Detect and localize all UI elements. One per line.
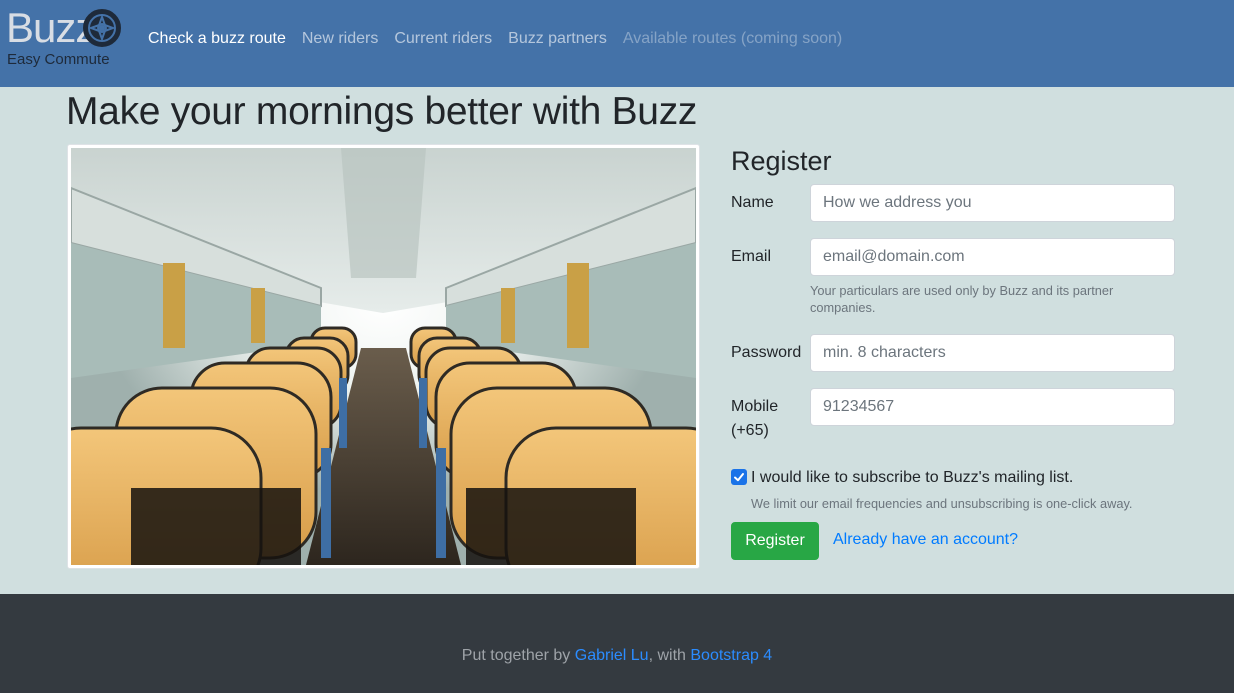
footer-credits: Put together by Gabriel Lu, with Bootstr… [0, 644, 1234, 668]
main-nav: Check a buzz route New riders Current ri… [148, 28, 842, 50]
page-title: Make your mornings better with Buzz [66, 90, 698, 133]
footer-prefix: Put together by [461, 647, 575, 664]
login-link[interactable]: Already have an account? [833, 528, 1018, 552]
author-link[interactable]: Gabriel Lu [575, 647, 649, 664]
password-label: Password [731, 344, 802, 361]
subscribe-help-text: We limit our email frequencies and unsub… [751, 496, 1133, 511]
hero-image-frame [67, 144, 700, 569]
brand-tagline: Easy Commute [7, 51, 110, 68]
mobile-field[interactable] [810, 388, 1175, 426]
nav-item-available-routes: Available routes (coming soon) [622, 30, 843, 47]
mobile-label: Mobile (+65) [731, 398, 779, 439]
email-help-text: Your particulars are used only by Buzz a… [810, 283, 1114, 315]
name-field[interactable] [810, 184, 1175, 222]
nav-item-check-route[interactable]: Check a buzz route [148, 28, 286, 50]
nav-item-current-riders[interactable]: Current riders [394, 28, 492, 50]
password-field[interactable] [810, 334, 1175, 372]
checkmark-icon [734, 473, 744, 482]
brand-logo[interactable]: Buzz Easy Commute [6, 6, 124, 72]
footer-middle: , with [648, 647, 691, 664]
register-button[interactable]: Register [731, 522, 819, 560]
brand-emblem-icon [83, 9, 121, 47]
bus-interior-image [71, 148, 696, 565]
footer: Put together by Gabriel Lu, with Bootstr… [0, 594, 1234, 693]
email-label: Email [731, 248, 772, 265]
register-heading: Register [731, 146, 832, 176]
subscribe-label[interactable]: I would like to subscribe to Buzz's mail… [751, 466, 1073, 490]
email-field[interactable] [810, 238, 1175, 276]
subscribe-checkbox[interactable] [731, 469, 747, 485]
name-label: Name [731, 194, 774, 211]
bootstrap-link[interactable]: Bootstrap 4 [690, 647, 772, 664]
nav-item-buzz-partners[interactable]: Buzz partners [508, 28, 607, 50]
nav-item-new-riders[interactable]: New riders [302, 28, 378, 50]
navbar: Buzz Easy Commute Check a buzz route New… [0, 0, 1234, 87]
